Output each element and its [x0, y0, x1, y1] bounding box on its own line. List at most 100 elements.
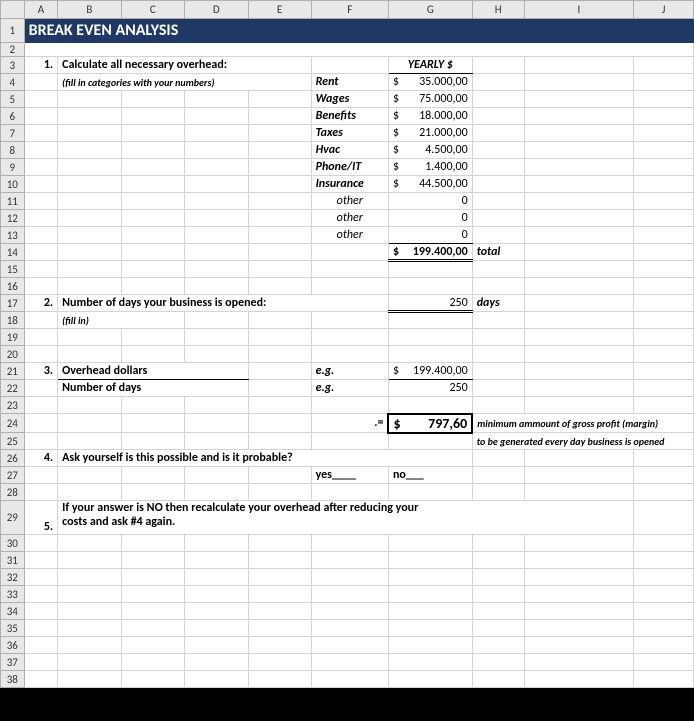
rowhdr-12[interactable]: 12	[1, 210, 25, 227]
rowhdr-11[interactable]: 11	[1, 193, 25, 210]
sec2-num[interactable]: 2.	[24, 295, 58, 312]
rowhdr-20[interactable]: 20	[1, 346, 25, 363]
ovh-val-8[interactable]: 0	[388, 210, 472, 227]
rowhdr-16[interactable]: 16	[1, 278, 25, 295]
col-F[interactable]: F	[311, 1, 388, 19]
sec3-note2[interactable]: to be generated every day business is op…	[472, 433, 693, 450]
sec2-val[interactable]: 250	[388, 295, 472, 312]
rowhdr-29[interactable]: 29	[1, 501, 25, 535]
ovh-label-7[interactable]: other	[311, 193, 388, 210]
cell[interactable]	[524, 74, 634, 91]
rowhdr-2[interactable]: 2	[1, 43, 25, 57]
ovh-val-5[interactable]: $1.400,00	[388, 159, 472, 176]
sec2-unit[interactable]: days	[472, 295, 524, 312]
cell[interactable]	[311, 57, 388, 74]
ovh-val-7[interactable]: 0	[388, 193, 472, 210]
col-E[interactable]: E	[248, 1, 311, 19]
ovh-val-6[interactable]: $44.500,00	[388, 176, 472, 193]
col-A[interactable]: A	[24, 1, 58, 19]
rowhdr-23[interactable]: 23	[1, 397, 25, 414]
rowhdr-19[interactable]: 19	[1, 329, 25, 346]
sec3-result[interactable]: $797,60	[388, 414, 472, 433]
rowhdr-13[interactable]: 13	[1, 227, 25, 244]
rowhdr-31[interactable]: 31	[1, 552, 25, 569]
rowhdr-32[interactable]: 32	[1, 569, 25, 586]
sec3-val1[interactable]: $199.400,00	[388, 363, 472, 380]
cell[interactable]	[472, 74, 524, 91]
ovh-label-3[interactable]: Taxes	[311, 125, 388, 142]
rowhdr-26[interactable]: 26	[1, 450, 25, 467]
rowhdr-24[interactable]: 24	[1, 414, 25, 433]
sec2-note[interactable]: (fill in)	[58, 312, 185, 329]
sec4-no[interactable]: no___	[388, 467, 472, 484]
ovh-val-3[interactable]: $21.000,00	[388, 125, 472, 142]
ovh-val-9[interactable]: 0	[388, 227, 472, 244]
rowhdr-25[interactable]: 25	[1, 433, 25, 450]
spreadsheet-grid[interactable]: A B C D E F G H I J 1 BREAK EVEN ANALYSI…	[0, 0, 694, 688]
sec3-val2[interactable]: 250	[388, 380, 472, 397]
cell[interactable]	[24, 74, 58, 91]
rowhdr-35[interactable]: 35	[1, 620, 25, 637]
ovh-val-4[interactable]: $4.500,00	[388, 142, 472, 159]
sec2-heading[interactable]: Number of days your business is opened:	[58, 295, 389, 312]
total-val[interactable]: $199.400,00	[388, 244, 472, 261]
rowhdr-5[interactable]: 5	[1, 91, 25, 108]
sec1-num[interactable]: 1.	[24, 57, 58, 74]
col-C[interactable]: C	[121, 1, 184, 19]
sec3-eg1[interactable]: e.g.	[311, 363, 388, 380]
ovh-label-8[interactable]: other	[311, 210, 388, 227]
yearly-header[interactable]: YEARLY $	[388, 57, 472, 74]
ovh-val-2[interactable]: $18.000,00	[388, 108, 472, 125]
rowhdr-34[interactable]: 34	[1, 603, 25, 620]
sec4-yes[interactable]: yes____	[311, 467, 388, 484]
sec1-heading[interactable]: Calculate all necessary overhead:	[58, 57, 311, 74]
sec3-note1[interactable]: minimum ammount of gross profit (margin)	[472, 414, 693, 433]
rowhdr-22[interactable]: 22	[1, 380, 25, 397]
cell[interactable]	[524, 57, 634, 74]
sec3-line2[interactable]: Number of days	[58, 380, 248, 397]
rowhdr-18[interactable]: 18	[1, 312, 25, 329]
ovh-label-4[interactable]: Hvac	[311, 142, 388, 159]
ovh-label-5[interactable]: Phone/IT	[311, 159, 388, 176]
rowhdr-38[interactable]: 38	[1, 671, 25, 688]
col-G[interactable]: G	[388, 1, 472, 19]
ovh-label-2[interactable]: Benefits	[311, 108, 388, 125]
corner-cell[interactable]	[1, 1, 25, 19]
rowhdr-30[interactable]: 30	[1, 535, 25, 552]
ovh-label-6[interactable]: Insurance	[311, 176, 388, 193]
col-D[interactable]: D	[185, 1, 248, 19]
rowhdr-9[interactable]: 9	[1, 159, 25, 176]
rowhdr-4[interactable]: 4	[1, 74, 25, 91]
rowhdr-33[interactable]: 33	[1, 586, 25, 603]
sec3-line1[interactable]: Overhead dollars	[58, 363, 248, 380]
sec3-eq[interactable]: .=	[311, 414, 388, 433]
rowhdr-14[interactable]: 14	[1, 244, 25, 261]
col-J[interactable]: J	[634, 1, 694, 19]
ovh-val-1[interactable]: $75.000,00	[388, 91, 472, 108]
rowhdr-28[interactable]: 28	[1, 484, 25, 501]
rowhdr-15[interactable]: 15	[1, 261, 25, 278]
sec1-note[interactable]: (fill in categories with your numbers)	[58, 74, 311, 91]
cell[interactable]	[634, 57, 694, 74]
col-I[interactable]: I	[524, 1, 634, 19]
sec5-text[interactable]: If your answer is NO then recalculate yo…	[58, 501, 634, 535]
cell[interactable]	[472, 57, 524, 74]
rowhdr-36[interactable]: 36	[1, 637, 25, 654]
rowhdr-1[interactable]: 1	[1, 19, 25, 43]
rowhdr-21[interactable]: 21	[1, 363, 25, 380]
rowhdr-8[interactable]: 8	[1, 142, 25, 159]
total-label[interactable]: total	[472, 244, 524, 261]
ovh-label-9[interactable]: other	[311, 227, 388, 244]
sec5-num[interactable]: 5.	[24, 501, 58, 535]
sec3-num[interactable]: 3.	[24, 363, 58, 380]
col-H[interactable]: H	[472, 1, 524, 19]
rowhdr-6[interactable]: 6	[1, 108, 25, 125]
ovh-label-0[interactable]: Rent	[311, 74, 388, 91]
rowhdr-27[interactable]: 27	[1, 467, 25, 484]
sec3-eg2[interactable]: e.g.	[311, 380, 388, 397]
cell[interactable]	[634, 74, 694, 91]
ovh-label-1[interactable]: Wages	[311, 91, 388, 108]
rowhdr-7[interactable]: 7	[1, 125, 25, 142]
sec4-heading[interactable]: Ask yourself is this possible and is it …	[58, 450, 473, 467]
sec4-num[interactable]: 4.	[24, 450, 58, 467]
